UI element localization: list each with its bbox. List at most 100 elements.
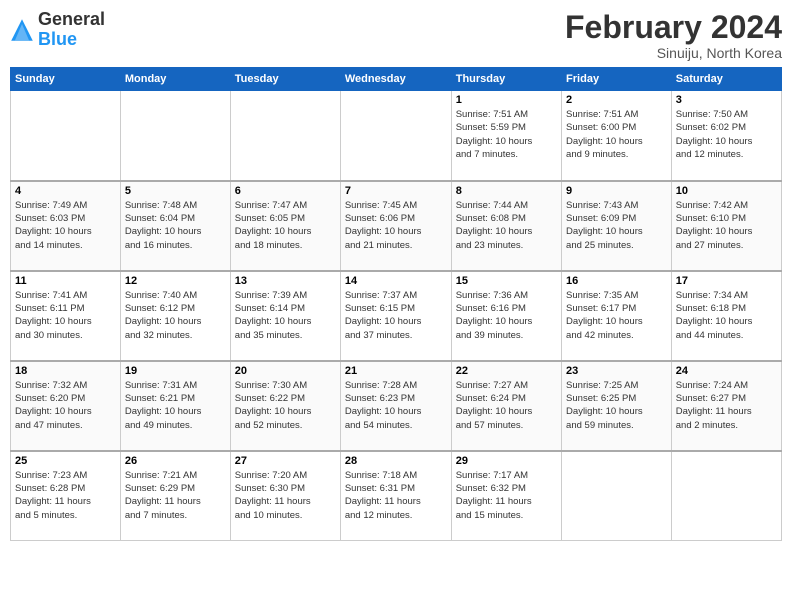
calendar-cell: 6 Sunrise: 7:47 AM Sunset: 6:05 PM Daylig… (230, 181, 340, 271)
page-header: General Blue February 2024 Sinuiju, Nort… (10, 10, 782, 61)
day-number: 9 (566, 185, 667, 197)
day-info: Sunrise: 7:51 AM Sunset: 6:00 PM Dayligh… (566, 108, 667, 161)
day-number: 10 (676, 185, 777, 197)
calendar-week-row: 4 Sunrise: 7:49 AM Sunset: 6:03 PM Daylig… (11, 181, 782, 271)
day-info: Sunrise: 7:30 AM Sunset: 6:22 PM Dayligh… (235, 379, 336, 432)
day-info: Sunrise: 7:48 AM Sunset: 6:04 PM Dayligh… (125, 199, 226, 252)
day-info: Sunrise: 7:43 AM Sunset: 6:09 PM Dayligh… (566, 199, 667, 252)
weekday-header-monday: Monday (120, 68, 230, 91)
day-number: 15 (456, 275, 557, 287)
day-number: 27 (235, 455, 336, 467)
day-info: Sunrise: 7:31 AM Sunset: 6:21 PM Dayligh… (125, 379, 226, 432)
day-info: Sunrise: 7:18 AM Sunset: 6:31 PM Dayligh… (345, 469, 447, 522)
day-info: Sunrise: 7:32 AM Sunset: 6:20 PM Dayligh… (15, 379, 116, 432)
calendar-table: SundayMondayTuesdayWednesdayThursdayFrid… (10, 67, 782, 541)
day-info: Sunrise: 7:24 AM Sunset: 6:27 PM Dayligh… (676, 379, 777, 432)
calendar-cell (120, 91, 230, 181)
calendar-cell: 25 Sunrise: 7:23 AM Sunset: 6:28 PM Dayli… (11, 451, 121, 541)
weekday-header-sunday: Sunday (11, 68, 121, 91)
weekday-header-thursday: Thursday (451, 68, 561, 91)
day-info: Sunrise: 7:27 AM Sunset: 6:24 PM Dayligh… (456, 379, 557, 432)
calendar-cell: 24 Sunrise: 7:24 AM Sunset: 6:27 PM Dayli… (671, 361, 781, 451)
calendar-cell: 10 Sunrise: 7:42 AM Sunset: 6:10 PM Dayli… (671, 181, 781, 271)
day-info: Sunrise: 7:28 AM Sunset: 6:23 PM Dayligh… (345, 379, 447, 432)
day-number: 28 (345, 455, 447, 467)
day-number: 19 (125, 365, 226, 377)
calendar-cell (340, 91, 451, 181)
calendar-cell: 22 Sunrise: 7:27 AM Sunset: 6:24 PM Dayli… (451, 361, 561, 451)
day-info: Sunrise: 7:37 AM Sunset: 6:15 PM Dayligh… (345, 289, 447, 342)
calendar-cell: 26 Sunrise: 7:21 AM Sunset: 6:29 PM Dayli… (120, 451, 230, 541)
day-info: Sunrise: 7:42 AM Sunset: 6:10 PM Dayligh… (676, 199, 777, 252)
day-number: 12 (125, 275, 226, 287)
calendar-cell: 16Sunrise: 7:35 AM Sunset: 6:17 PM Dayli… (562, 271, 672, 361)
day-number: 2 (566, 94, 667, 106)
day-number: 14 (345, 275, 447, 287)
calendar-cell (562, 451, 672, 541)
calendar-cell: 18 Sunrise: 7:32 AM Sunset: 6:20 PM Dayli… (11, 361, 121, 451)
day-number: 7 (345, 185, 447, 197)
calendar-cell: 20Sunrise: 7:30 AM Sunset: 6:22 PM Dayli… (230, 361, 340, 451)
day-info: Sunrise: 7:21 AM Sunset: 6:29 PM Dayligh… (125, 469, 226, 522)
calendar-cell: 11 Sunrise: 7:41 AM Sunset: 6:11 PM Dayli… (11, 271, 121, 361)
weekday-header-tuesday: Tuesday (230, 68, 340, 91)
day-number: 22 (456, 365, 557, 377)
calendar-cell: 8Sunrise: 7:44 AM Sunset: 6:08 PM Daylig… (451, 181, 561, 271)
logo-general-text: General (38, 9, 105, 29)
day-number: 23 (566, 365, 667, 377)
day-info: Sunrise: 7:40 AM Sunset: 6:12 PM Dayligh… (125, 289, 226, 342)
weekday-header-friday: Friday (562, 68, 672, 91)
weekday-header-row: SundayMondayTuesdayWednesdayThursdayFrid… (11, 68, 782, 91)
location: Sinuiju, North Korea (565, 45, 782, 61)
day-number: 26 (125, 455, 226, 467)
calendar-week-row: 18 Sunrise: 7:32 AM Sunset: 6:20 PM Dayli… (11, 361, 782, 451)
calendar-cell: 17 Sunrise: 7:34 AM Sunset: 6:18 PM Dayli… (671, 271, 781, 361)
calendar-cell: 9 Sunrise: 7:43 AM Sunset: 6:09 PM Daylig… (562, 181, 672, 271)
calendar-cell: 2 Sunrise: 7:51 AM Sunset: 6:00 PM Daylig… (562, 91, 672, 181)
title-block: February 2024 Sinuiju, North Korea (565, 10, 782, 61)
calendar-cell: 14 Sunrise: 7:37 AM Sunset: 6:15 PM Dayli… (340, 271, 451, 361)
calendar-cell: 29 Sunrise: 7:17 AM Sunset: 6:32 PM Dayli… (451, 451, 561, 541)
calendar-cell: 28 Sunrise: 7:18 AM Sunset: 6:31 PM Dayli… (340, 451, 451, 541)
calendar-cell: 23Sunrise: 7:25 AM Sunset: 6:25 PM Dayli… (562, 361, 672, 451)
calendar-cell: 15 Sunrise: 7:36 AM Sunset: 6:16 PM Dayli… (451, 271, 561, 361)
day-number: 4 (15, 185, 116, 197)
calendar-cell: 4 Sunrise: 7:49 AM Sunset: 6:03 PM Daylig… (11, 181, 121, 271)
calendar-cell (230, 91, 340, 181)
day-number: 17 (676, 275, 777, 287)
day-info: Sunrise: 7:36 AM Sunset: 6:16 PM Dayligh… (456, 289, 557, 342)
calendar-cell (671, 451, 781, 541)
day-info: Sunrise: 7:49 AM Sunset: 6:03 PM Dayligh… (15, 199, 116, 252)
calendar-cell: 21Sunrise: 7:28 AM Sunset: 6:23 PM Dayli… (340, 361, 451, 451)
day-number: 3 (676, 94, 777, 106)
weekday-header-saturday: Saturday (671, 68, 781, 91)
day-info: Sunrise: 7:35 AM Sunset: 6:17 PM Dayligh… (566, 289, 667, 342)
day-number: 8 (456, 185, 557, 197)
day-info: Sunrise: 7:41 AM Sunset: 6:11 PM Dayligh… (15, 289, 116, 342)
calendar-cell: 12 Sunrise: 7:40 AM Sunset: 6:12 PM Dayli… (120, 271, 230, 361)
day-number: 18 (15, 365, 116, 377)
day-number: 1 (456, 94, 557, 106)
day-info: Sunrise: 7:50 AM Sunset: 6:02 PM Dayligh… (676, 108, 777, 161)
day-number: 11 (15, 275, 116, 287)
calendar-cell: 5 Sunrise: 7:48 AM Sunset: 6:04 PM Daylig… (120, 181, 230, 271)
calendar-cell: 13Sunrise: 7:39 AM Sunset: 6:14 PM Dayli… (230, 271, 340, 361)
day-number: 5 (125, 185, 226, 197)
calendar-cell (11, 91, 121, 181)
day-info: Sunrise: 7:17 AM Sunset: 6:32 PM Dayligh… (456, 469, 557, 522)
day-info: Sunrise: 7:20 AM Sunset: 6:30 PM Dayligh… (235, 469, 336, 522)
day-number: 6 (235, 185, 336, 197)
logo: General Blue (10, 10, 105, 50)
day-info: Sunrise: 7:23 AM Sunset: 6:28 PM Dayligh… (15, 469, 116, 522)
day-info: Sunrise: 7:45 AM Sunset: 6:06 PM Dayligh… (345, 199, 447, 252)
day-info: Sunrise: 7:34 AM Sunset: 6:18 PM Dayligh… (676, 289, 777, 342)
logo-icon (10, 18, 34, 42)
calendar-week-row: 25 Sunrise: 7:23 AM Sunset: 6:28 PM Dayli… (11, 451, 782, 541)
day-number: 24 (676, 365, 777, 377)
calendar-week-row: 11 Sunrise: 7:41 AM Sunset: 6:11 PM Dayli… (11, 271, 782, 361)
weekday-header-wednesday: Wednesday (340, 68, 451, 91)
day-number: 25 (15, 455, 116, 467)
day-info: Sunrise: 7:47 AM Sunset: 6:05 PM Dayligh… (235, 199, 336, 252)
logo-blue-text: Blue (38, 29, 77, 49)
day-number: 29 (456, 455, 557, 467)
